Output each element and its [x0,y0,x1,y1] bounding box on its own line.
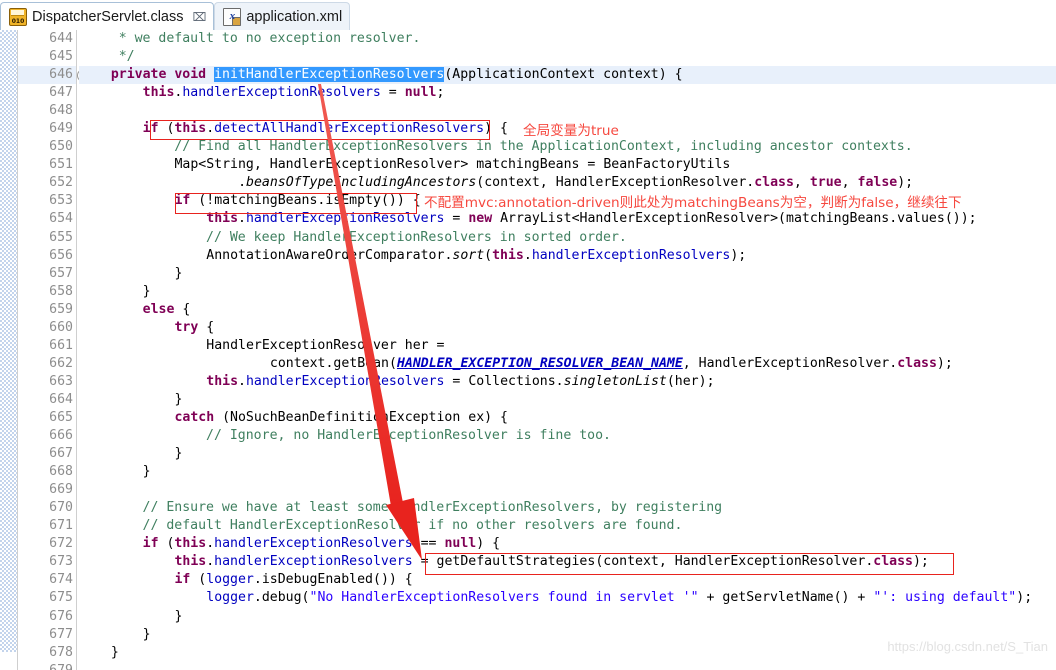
line-number: 646 [18,66,90,85]
code-line[interactable]: AnnotationAwareOrderComparator.sort(this… [79,247,1056,265]
code-line[interactable]: */ [79,48,1056,66]
line-number: 648 [49,103,73,119]
line-number: 653 [49,193,73,209]
code-line[interactable]: // We keep HandlerExceptionResolvers in … [79,229,1056,247]
code-line[interactable]: } [79,626,1056,644]
code-line[interactable]: } [79,265,1056,283]
code-line[interactable]: logger.debug("No HandlerExceptionResolve… [79,589,1056,607]
line-number-gutter[interactable]: 644 645 646 647 648 649 650 651 652 653 654 655 656 6… [18,30,90,670]
line-number: 677 [49,626,73,642]
eclipse-editor-window: DispatcherServlet.class ⌧ application.xm… [0,0,1056,670]
ruler-tail [0,652,17,670]
code-line[interactable]: } [79,608,1056,626]
line-number: 652 [49,175,73,191]
line-number: 663 [49,373,73,389]
code-editor[interactable]: 644 645 646 647 648 649 650 651 652 653 654 655 656 6… [0,30,1056,670]
code-line[interactable] [79,102,1056,120]
line-number: 669 [49,482,73,498]
line-number: 674 [49,572,73,588]
class-file-icon [9,7,27,26]
code-line[interactable]: context.getBean(HANDLER_EXCEPTION_RESOLV… [79,355,1056,373]
line-number: 662 [49,355,73,371]
line-number: 658 [49,283,73,299]
line-number: 651 [49,157,73,173]
code-line[interactable]: Map<String, HandlerExceptionResolver> ma… [79,156,1056,174]
code-line[interactable]: } [79,644,1056,662]
code-line[interactable]: } [79,463,1056,481]
line-number: 654 [49,211,73,227]
code-line[interactable]: this.handlerExceptionResolvers = null; [79,84,1056,102]
line-number: 664 [49,391,73,407]
line-number: 644 [49,31,73,46]
code-line[interactable]: } [79,283,1056,301]
code-line[interactable]: this.handlerExceptionResolvers = Collect… [79,373,1056,391]
line-number: 659 [49,301,73,317]
line-number: 667 [49,446,73,462]
xml-file-icon [223,7,242,26]
line-number: 660 [49,319,73,335]
code-line[interactable]: if (this.detectAllHandlerExceptionResolv… [79,120,1056,138]
line-number: 666 [49,428,73,444]
code-line[interactable] [79,481,1056,499]
close-icon[interactable]: ⌧ [193,10,207,24]
code-line[interactable]: if (logger.isDebugEnabled()) { [79,571,1056,589]
code-line[interactable]: catch (NoSuchBeanDefinitionException ex)… [79,409,1056,427]
annotation-ruler-column[interactable] [0,30,18,670]
code-line[interactable]: // Find all HandlerExceptionResolvers in… [79,138,1056,156]
code-line[interactable]: this.handlerExceptionResolvers = getDefa… [79,553,1056,571]
code-line[interactable]: } [79,391,1056,409]
editor-tab-bar: DispatcherServlet.class ⌧ application.xm… [0,0,1056,31]
tab-label: DispatcherServlet.class [32,8,184,25]
line-number: 668 [49,464,73,480]
line-number: 678 [49,644,73,660]
code-line[interactable]: * we default to no exception resolver. [79,30,1056,48]
code-line[interactable]: HandlerExceptionResolver her = [79,337,1056,355]
line-number: 649 [49,121,73,137]
code-line[interactable]: if (this.handlerExceptionResolvers == nu… [79,535,1056,553]
code-line[interactable]: try { [79,319,1056,337]
tab-application-xml[interactable]: application.xml [214,2,351,31]
code-line[interactable] [79,662,1056,670]
code-line[interactable]: if (!matchingBeans.isEmpty()) { [79,192,1056,210]
code-line[interactable]: private void initHandlerExceptionResolve… [79,66,1056,85]
line-number: 670 [49,500,73,516]
code-text-area[interactable]: * we default to no exception resolver. *… [79,30,1056,670]
tab-label: application.xml [246,8,343,25]
code-line[interactable]: // default HandlerExceptionResolver if n… [79,517,1056,535]
line-number: 645 [49,49,73,65]
code-line[interactable]: // Ensure we have at least some HandlerE… [79,499,1056,517]
line-number: 661 [49,337,73,353]
line-number: 671 [49,518,73,534]
line-number: 673 [49,554,73,570]
line-number: 647 [49,85,73,101]
selected-token[interactable]: initHandlerExceptionResolvers [214,67,445,83]
line-number: 650 [49,139,73,155]
tab-dispatcherservlet-class[interactable]: DispatcherServlet.class ⌧ [0,2,215,31]
code-line[interactable]: else { [79,301,1056,319]
line-number: 665 [49,409,73,425]
line-number: 679 [18,662,76,670]
line-number: 676 [49,608,73,624]
code-line[interactable]: this.handlerExceptionResolvers = new Arr… [79,210,1056,228]
code-line[interactable]: .beansOfTypeIncludingAncestors(context, … [79,174,1056,192]
line-number: 656 [49,247,73,263]
line-number: 655 [49,229,73,245]
line-number: 672 [49,536,73,552]
line-number: 675 [49,590,73,606]
line-number: 657 [49,265,73,281]
code-line[interactable]: // Ignore, no HandlerExceptionResolver i… [79,427,1056,445]
code-line[interactable]: } [79,445,1056,463]
